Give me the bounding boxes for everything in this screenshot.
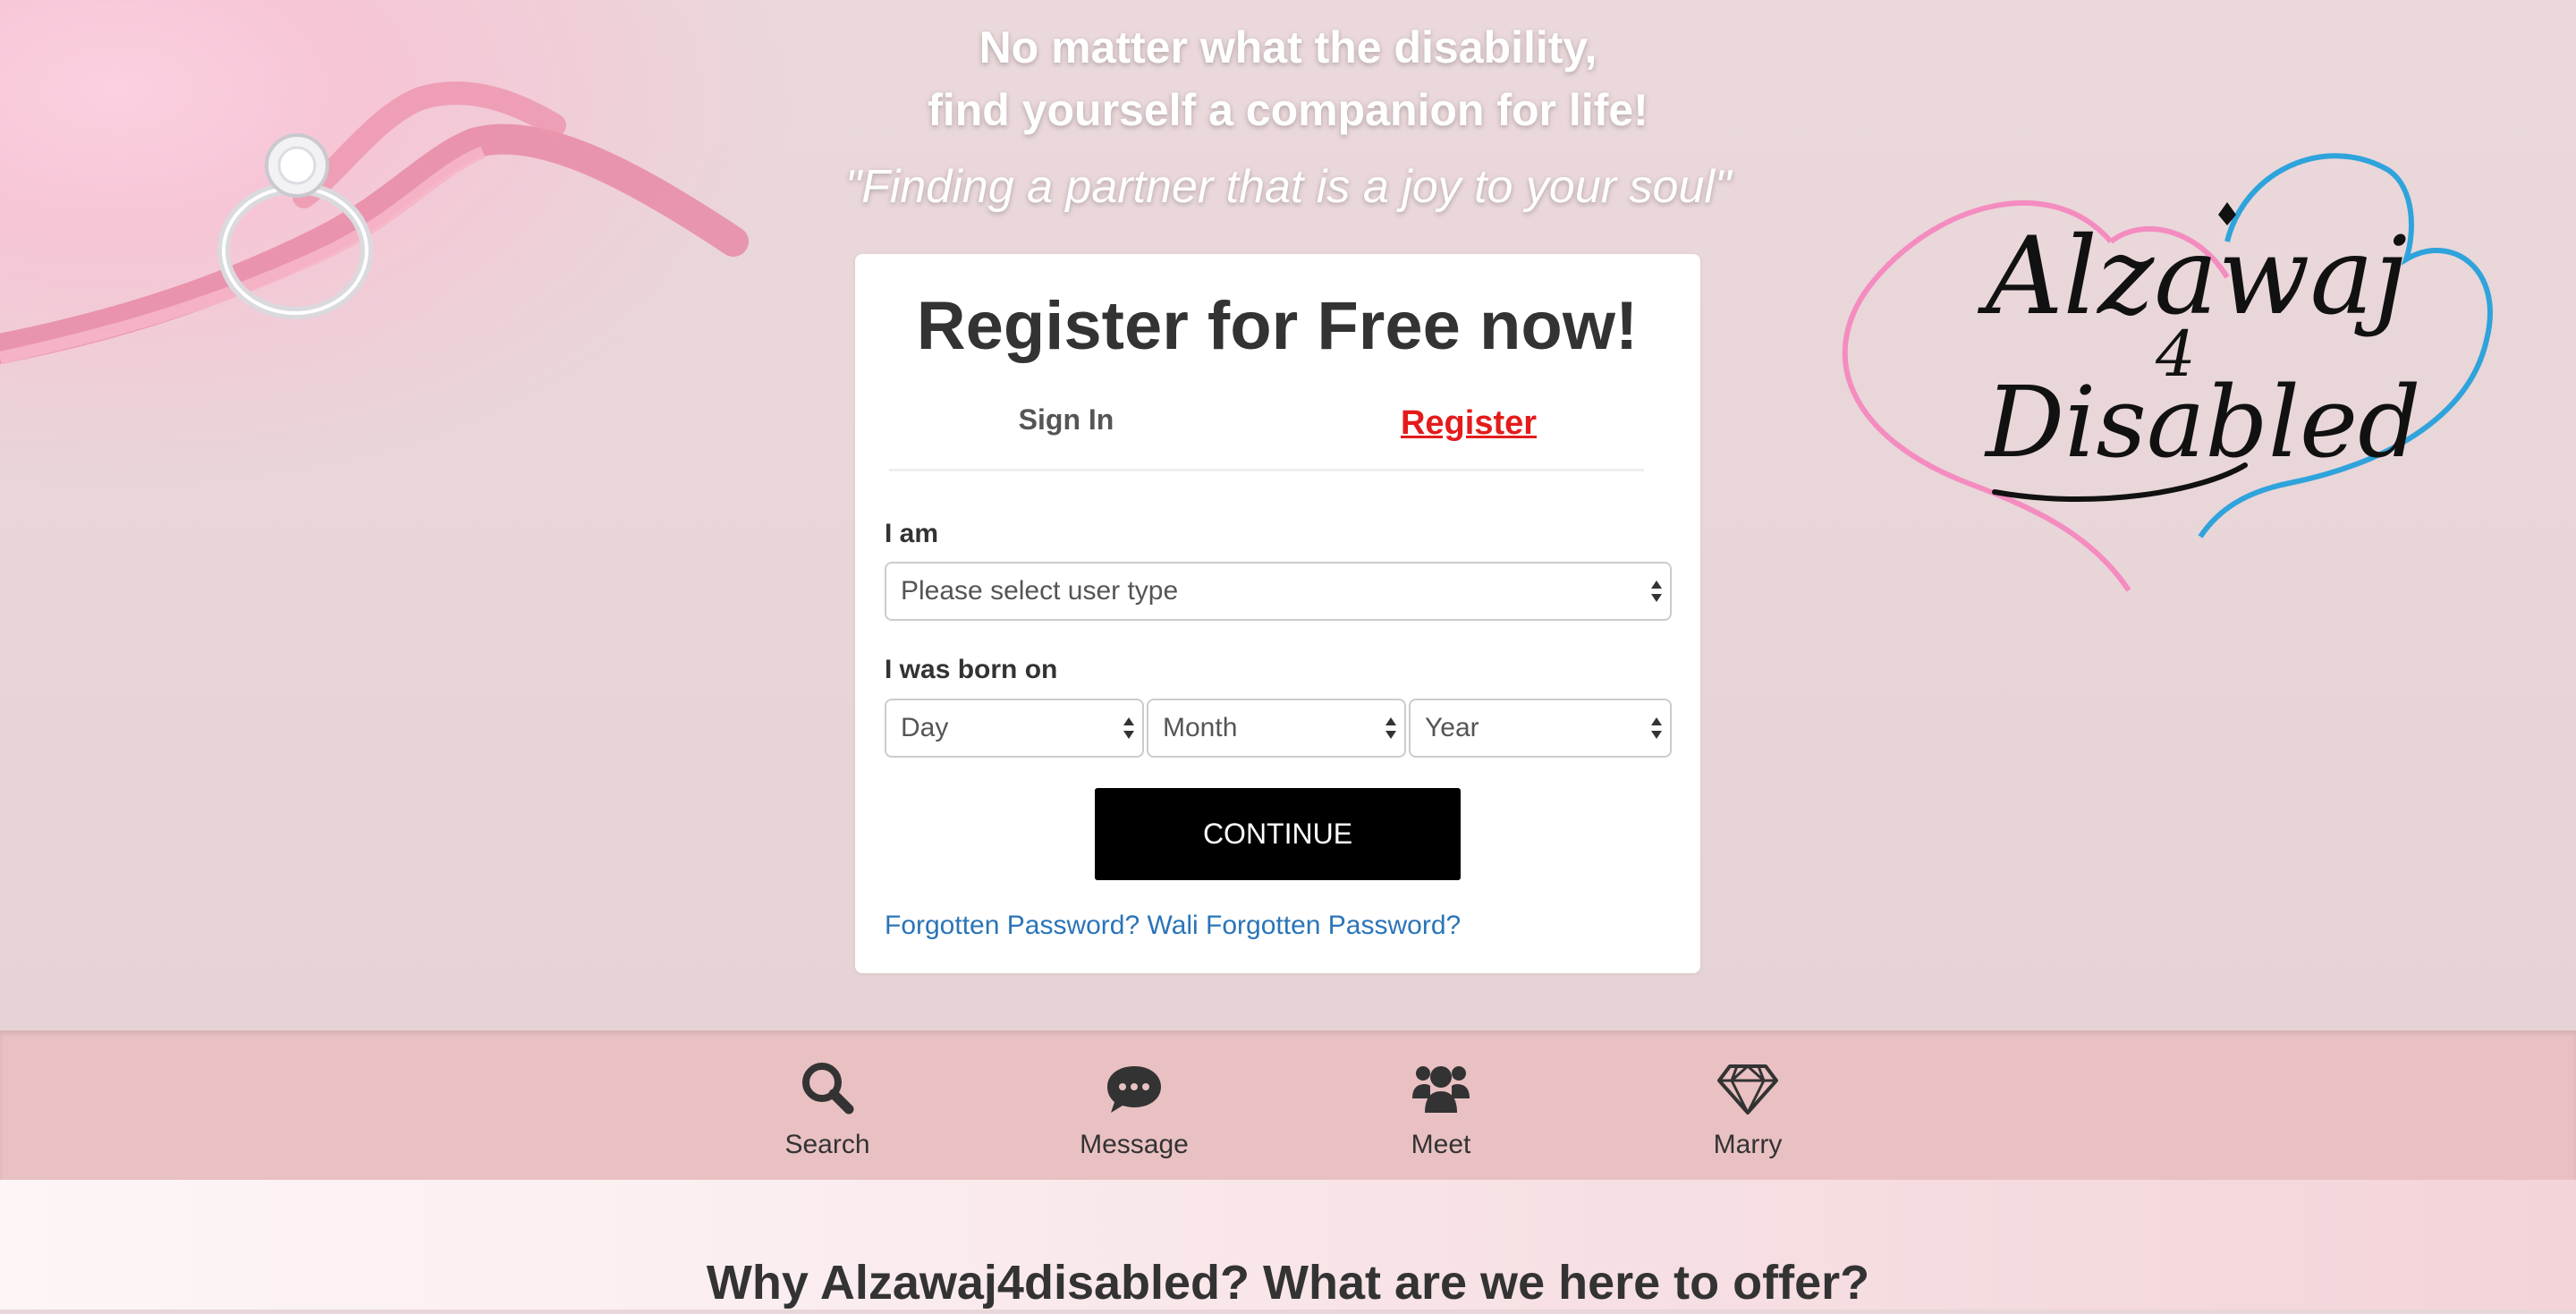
tab-register[interactable]: Register <box>1292 395 1646 451</box>
continue-button[interactable]: CONTINUE <box>1095 788 1461 880</box>
logo-text-sub: Disabled <box>1984 365 2421 479</box>
hero-tagline-line2: find yourself a companion for life! <box>928 85 1648 135</box>
select-arrows-icon <box>1385 717 1396 739</box>
features-bar: Search Message Meet Marry <box>0 1030 2576 1180</box>
auth-tabs: Sign In Register <box>889 392 1644 471</box>
wali-forgot-password-link[interactable]: Wali Forgotten Password? <box>1148 911 1462 940</box>
month-select[interactable]: Month <box>1147 699 1406 758</box>
feature-search-label: Search <box>784 1130 870 1159</box>
select-arrows-icon <box>1123 717 1134 739</box>
select-arrows-icon <box>1651 581 1662 602</box>
register-title: Register for Free now! <box>916 288 1639 364</box>
user-type-placeholder: Please select user type <box>901 576 1179 606</box>
chat-bubble-icon <box>1107 1066 1161 1113</box>
user-type-select[interactable]: Please select user type <box>885 562 1672 621</box>
diamond-icon <box>1717 1064 1778 1115</box>
feature-message[interactable]: Message <box>1045 1030 1224 1180</box>
day-value: Day <box>901 713 949 742</box>
feature-marry[interactable]: Marry <box>1658 1030 1837 1180</box>
select-arrows-icon <box>1651 717 1662 739</box>
tab-sign-in[interactable]: Sign In <box>889 392 1243 447</box>
year-select[interactable]: Year <box>1409 699 1672 758</box>
search-icon <box>802 1063 854 1115</box>
feature-marry-label: Marry <box>1713 1130 1783 1159</box>
feature-meet[interactable]: Meet <box>1352 1030 1530 1180</box>
year-value: Year <box>1425 713 1479 742</box>
hero-tagline-line1: No matter what the disability, <box>979 22 1597 72</box>
feature-message-label: Message <box>1080 1130 1189 1159</box>
forgot-password-link[interactable]: Forgotten Password? <box>885 911 1140 940</box>
dob-label: I was born on <box>885 655 1058 684</box>
feature-search[interactable]: Search <box>738 1030 917 1180</box>
day-select[interactable]: Day <box>885 699 1144 758</box>
users-icon <box>1412 1066 1470 1113</box>
alzawaj4disabled-logo: Alzawaj 4 Disabled <box>1842 153 2493 592</box>
why-title: Why Alzawaj4disabled? What are we here t… <box>706 1256 1870 1310</box>
forgot-links: Forgotten Password? Wali Forgotten Passw… <box>885 908 1461 944</box>
user-type-label: I am <box>885 519 939 548</box>
month-value: Month <box>1163 713 1238 742</box>
feature-meet-label: Meet <box>1411 1130 1471 1159</box>
why-section: Why Alzawaj4disabled? What are we here t… <box>0 1180 2576 1310</box>
